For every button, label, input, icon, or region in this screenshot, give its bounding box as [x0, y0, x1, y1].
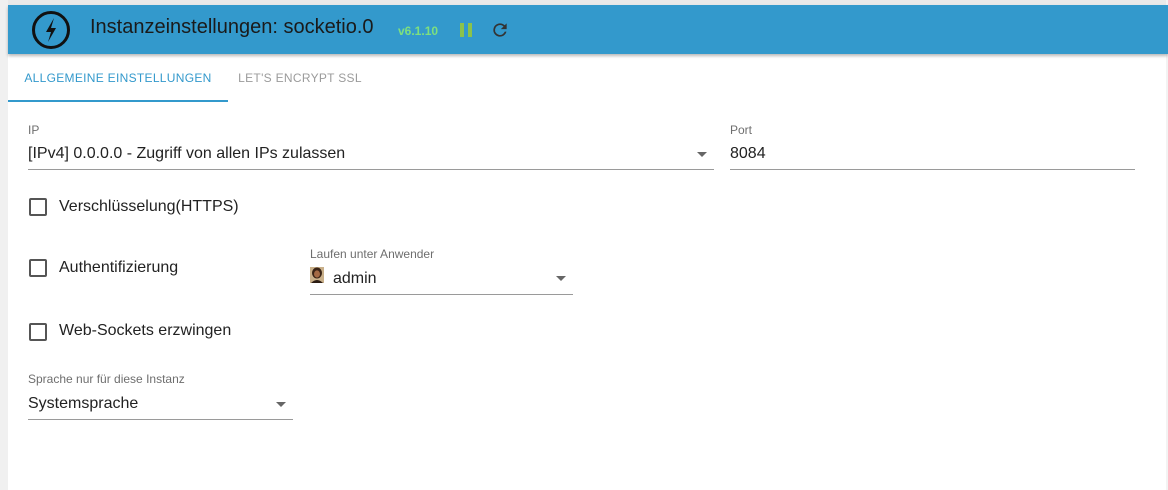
https-checkbox[interactable] — [29, 198, 47, 216]
pause-icon[interactable] — [457, 21, 475, 39]
tab-lets-encrypt-ssl[interactable]: Let's Encrypt SSL — [230, 54, 370, 102]
ip-select-value: [IPv4] 0.0.0.0 - Zugriff von allen IPs z… — [28, 145, 346, 162]
language-dropdown-arrow-icon — [276, 402, 286, 407]
run-as-user-label: Laufen unter Anwender — [310, 247, 435, 261]
tab-bar: Allgemeine Einstellungen Let's Encrypt S… — [8, 54, 1168, 102]
reload-icon[interactable] — [490, 20, 510, 40]
ip-select[interactable]: [IPv4] 0.0.0.0 - Zugriff von allen IPs z… — [28, 140, 714, 170]
port-label: Port — [730, 123, 753, 137]
run-as-user-select[interactable]: admin — [310, 264, 573, 294]
force-websockets-checkbox[interactable] — [29, 323, 47, 341]
instance-language-value: Systemsprache — [28, 395, 139, 412]
authentication-checkbox-label[interactable]: Authentifizierung — [59, 259, 178, 277]
instance-language-underline — [28, 419, 293, 420]
left-gutter — [0, 0, 8, 490]
instance-language-label: Sprache nur für diese Instanz — [28, 372, 185, 386]
active-tab-indicator — [8, 100, 228, 102]
force-websockets-checkbox-label[interactable]: Web-Sockets erzwingen — [59, 322, 231, 340]
authentication-checkbox[interactable] — [29, 259, 47, 277]
header-bar: Instanzeinstellungen: socketio.0 v6.1.10 — [8, 5, 1168, 54]
tab-general-settings[interactable]: Allgemeine Einstellungen — [8, 54, 228, 102]
version-badge: v6.1.10 — [398, 24, 439, 38]
ip-dropdown-arrow-icon — [697, 152, 707, 157]
https-checkbox-label[interactable]: Verschlüsselung(HTTPS) — [59, 198, 239, 216]
instance-language-select[interactable]: Systemsprache — [28, 389, 293, 419]
port-input[interactable]: 8084 — [730, 145, 766, 163]
port-underline — [730, 169, 1135, 170]
ip-label: IP — [28, 123, 40, 137]
page-title: Instanzeinstellungen: socketio.0 — [90, 16, 374, 38]
run-as-user-value: admin — [333, 270, 377, 287]
run-as-dropdown-arrow-icon — [556, 276, 566, 281]
ip-underline — [28, 169, 714, 170]
socketio-lightning-icon — [31, 10, 71, 50]
run-as-user-underline — [310, 294, 573, 295]
